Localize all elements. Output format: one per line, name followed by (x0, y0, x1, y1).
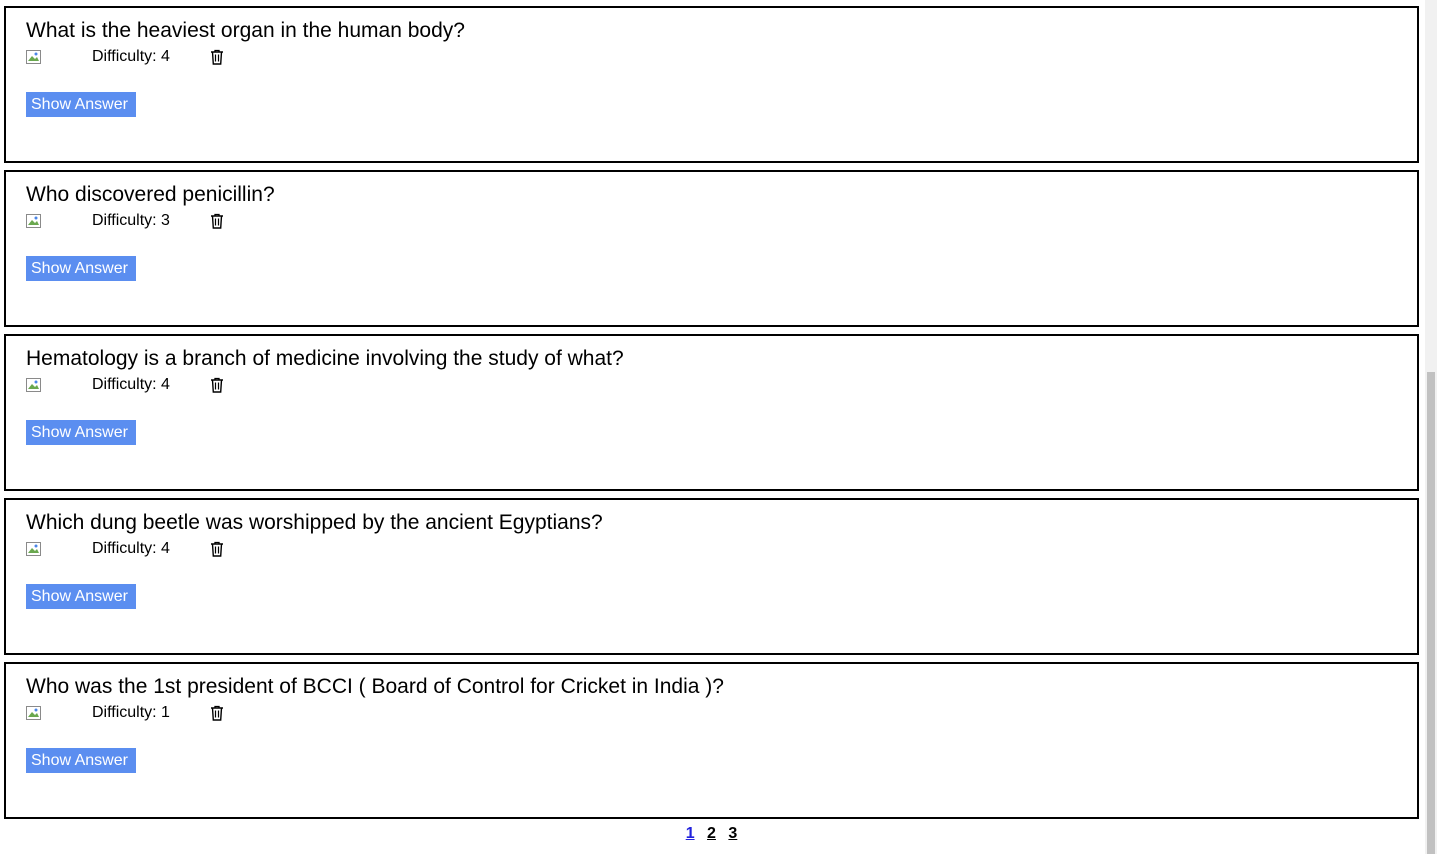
trash-icon[interactable] (208, 48, 226, 66)
broken-image-icon (26, 377, 42, 393)
trash-icon[interactable] (208, 376, 226, 394)
question-card: Which dung beetle was worshipped by the … (4, 498, 1419, 655)
question-text: Who was the 1st president of BCCI ( Boar… (26, 675, 724, 698)
show-answer-button[interactable]: Show Answer (26, 92, 136, 117)
trash-icon[interactable] (208, 540, 226, 558)
question-card: Who was the 1st president of BCCI ( Boar… (4, 662, 1419, 819)
question-card: Hematology is a branch of medicine invol… (4, 334, 1419, 491)
show-answer-button[interactable]: Show Answer (26, 256, 136, 281)
scrollbar-thumb[interactable] (1427, 372, 1435, 854)
broken-image-icon (26, 213, 42, 229)
page-link-2[interactable]: 2 (707, 825, 716, 842)
difficulty-label: Difficulty: 4 (92, 48, 170, 65)
question-meta: Difficulty: 1 (26, 702, 1417, 724)
question-text: Which dung beetle was worshipped by the … (26, 511, 603, 534)
vertical-scrollbar[interactable] (1425, 0, 1437, 854)
broken-image-icon (26, 705, 42, 721)
question-meta: Difficulty: 4 (26, 374, 1417, 396)
broken-image-icon (26, 541, 42, 557)
show-answer-button[interactable]: Show Answer (26, 420, 136, 445)
trash-icon[interactable] (208, 704, 226, 722)
question-text: What is the heaviest organ in the human … (26, 19, 465, 42)
difficulty-label: Difficulty: 3 (92, 212, 170, 229)
question-card: Who discovered penicillin? Difficulty: 3… (4, 170, 1419, 327)
trash-icon[interactable] (208, 212, 226, 230)
difficulty-label: Difficulty: 4 (92, 376, 170, 393)
quiz-page: What is the heaviest organ in the human … (0, 0, 1437, 854)
question-list: What is the heaviest organ in the human … (4, 6, 1419, 826)
question-meta: Difficulty: 4 (26, 46, 1417, 68)
page-link-3[interactable]: 3 (728, 825, 737, 842)
difficulty-label: Difficulty: 4 (92, 540, 170, 557)
question-card: What is the heaviest organ in the human … (4, 6, 1419, 163)
show-answer-button[interactable]: Show Answer (26, 584, 136, 609)
page-link-1[interactable]: 1 (686, 825, 695, 842)
show-answer-button[interactable]: Show Answer (26, 748, 136, 773)
question-text: Who discovered penicillin? (26, 183, 275, 206)
question-text: Hematology is a branch of medicine invol… (26, 347, 624, 370)
pagination: 1 2 3 (0, 825, 1423, 843)
question-meta: Difficulty: 4 (26, 538, 1417, 560)
broken-image-icon (26, 49, 42, 65)
difficulty-label: Difficulty: 1 (92, 704, 170, 721)
question-meta: Difficulty: 3 (26, 210, 1417, 232)
